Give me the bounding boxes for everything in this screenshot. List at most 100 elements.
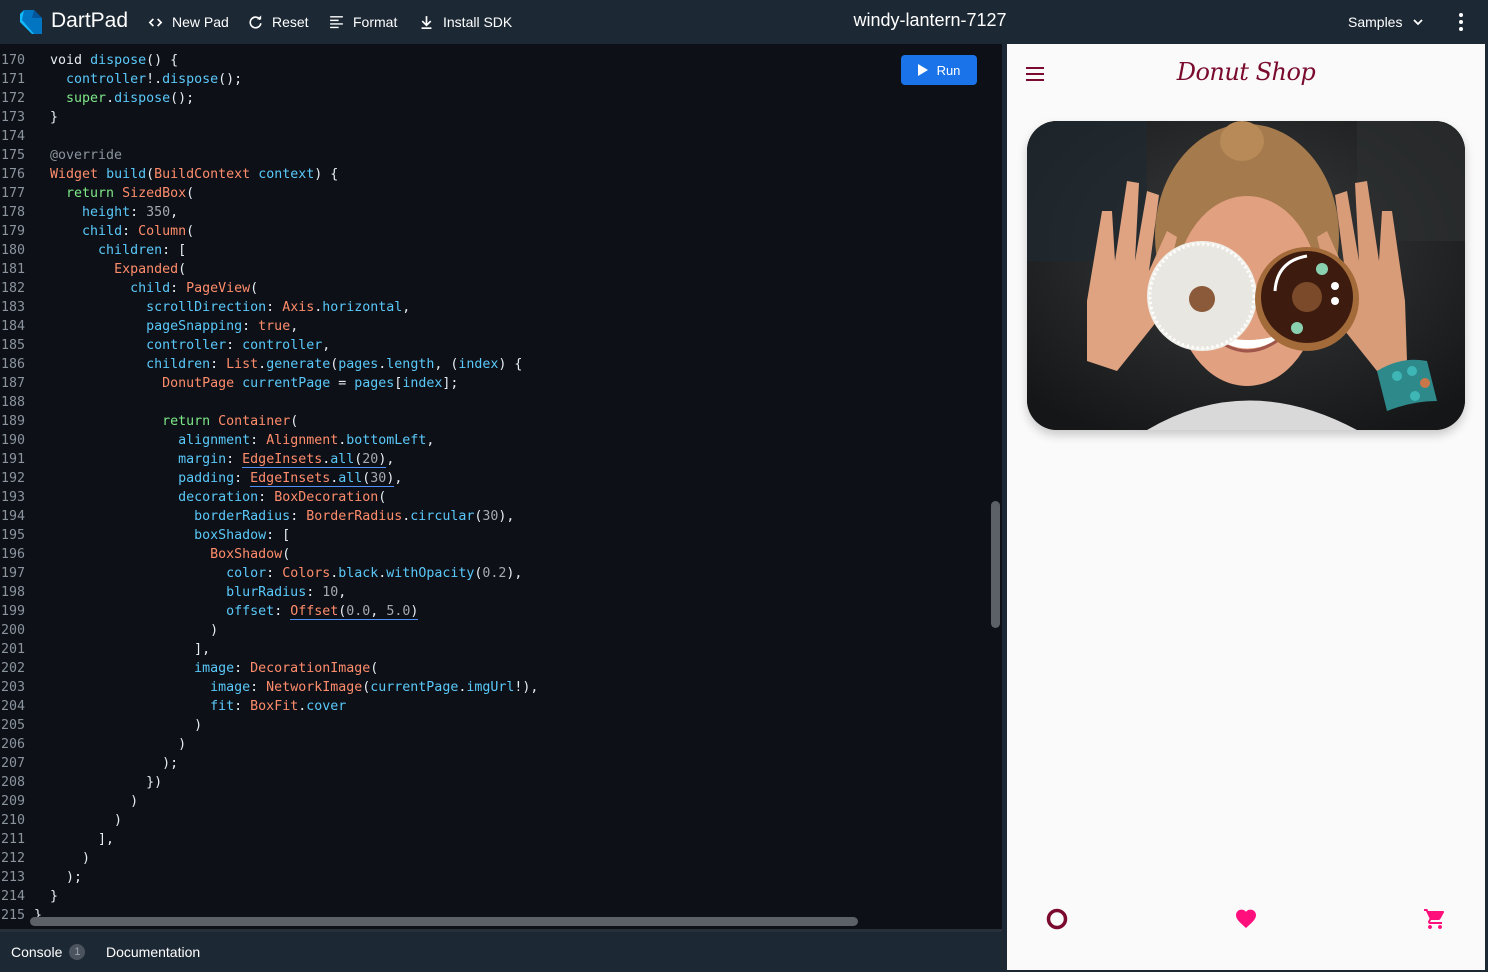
- code-line: Widget build(BuildContext context) {: [50, 167, 339, 182]
- code-line: ): [34, 794, 139, 809]
- code-line: children: [: [98, 243, 187, 258]
- horizontal-scrollbar[interactable]: [30, 917, 858, 926]
- line-number: 172: [1, 91, 26, 106]
- code-line: Expanded(: [114, 262, 187, 277]
- code-content[interactable]: void dispose() { controller!.dispose(); …: [34, 51, 982, 925]
- code-line: height: 350,: [82, 205, 179, 220]
- code-line: }: [34, 889, 59, 904]
- samples-label: Samples: [1348, 14, 1403, 30]
- brand-name: DartPad: [51, 9, 129, 32]
- line-number: 170: [1, 53, 26, 68]
- line-number: 196: [1, 547, 26, 562]
- line-number: 207: [1, 756, 26, 771]
- vertical-scrollbar[interactable]: [991, 501, 1000, 628]
- line-number: 178: [1, 205, 26, 220]
- line-number: 186: [1, 357, 26, 372]
- line-number: 183: [1, 300, 26, 315]
- code-line: );: [34, 756, 179, 771]
- code-line: void dispose() {: [50, 53, 179, 68]
- new-pad-button[interactable]: New Pad: [147, 0, 229, 44]
- code-line: ): [34, 623, 219, 638]
- code-line: }): [34, 775, 163, 790]
- line-number: 182: [1, 281, 26, 296]
- play-icon: [917, 64, 928, 76]
- reset-button[interactable]: Reset: [247, 0, 309, 44]
- code-line: alignment: Alignment.bottomLeft,: [178, 433, 435, 448]
- code-line: image: DecorationImage(: [194, 661, 379, 676]
- line-number: 194: [1, 509, 26, 524]
- code-line: ): [34, 813, 123, 828]
- code-line: ): [34, 718, 203, 733]
- line-number: 191: [1, 452, 26, 467]
- code-line: blurRadius: 10,: [226, 585, 347, 600]
- download-icon: [421, 15, 432, 29]
- install-sdk-label: Install SDK: [443, 14, 513, 30]
- line-number: 210: [1, 813, 26, 828]
- line-number: 192: [1, 471, 26, 486]
- code-line: return SizedBox(: [66, 186, 195, 201]
- code-line: boxShadow: [: [194, 528, 291, 543]
- console-bar: Console 1 Documentation: [0, 929, 1002, 972]
- code-line: }: [34, 110, 59, 125]
- code-line: scrollDirection: Axis.horizontal,: [146, 300, 411, 315]
- console-label: Console: [11, 944, 63, 960]
- code-line: children: List.generate(pages.length, (i…: [146, 357, 523, 372]
- line-number: 203: [1, 680, 26, 695]
- line-number: 215: [1, 908, 26, 923]
- line-number: 189: [1, 414, 26, 429]
- line-number: 177: [1, 186, 26, 201]
- console-tab[interactable]: Console 1: [11, 944, 86, 960]
- code-line: DonutPage currentPage = pages[index];: [162, 376, 459, 391]
- code-line: child: PageView(: [130, 281, 259, 296]
- app-preview: Donut Shop: [1007, 44, 1485, 970]
- line-number: 195: [1, 528, 26, 543]
- documentation-tab[interactable]: Documentation: [106, 944, 200, 960]
- format-button[interactable]: Format: [328, 0, 397, 44]
- format-label: Format: [353, 14, 398, 30]
- donut-page-card[interactable]: [1027, 121, 1465, 430]
- code-line: );: [34, 870, 83, 885]
- samples-dropdown[interactable]: Samples: [1348, 0, 1424, 44]
- code-line: ): [34, 737, 187, 752]
- line-number: 205: [1, 718, 26, 733]
- line-number: 202: [1, 661, 26, 676]
- cart-icon[interactable]: [1423, 907, 1447, 931]
- code-line: controller: controller,: [146, 338, 331, 353]
- code-line: controller!.dispose();: [66, 72, 243, 87]
- install-sdk-button[interactable]: Install SDK: [418, 0, 512, 44]
- line-number: 174: [1, 129, 26, 144]
- donut-icon[interactable]: [1045, 907, 1069, 931]
- line-number: 197: [1, 566, 26, 581]
- more-vert-icon[interactable]: [1452, 10, 1470, 34]
- line-number: 193: [1, 490, 26, 505]
- donut-photo: [1027, 121, 1465, 430]
- format-align-icon: [330, 15, 343, 28]
- dart-logo-icon: [20, 10, 42, 34]
- code-editor[interactable]: 170 171 172 173 174 175 176 177 178 179 180 181 182 1…: [0, 44, 1002, 929]
- line-number: 187: [1, 376, 26, 391]
- code-line: offset: Offset(0.0, 5.0): [226, 604, 419, 620]
- line-number: 214: [1, 889, 26, 904]
- code-line: decoration: BoxDecoration(: [178, 490, 387, 505]
- line-number: 200: [1, 623, 26, 638]
- line-number: 171: [1, 72, 26, 87]
- line-number: 176: [1, 167, 26, 182]
- run-button[interactable]: Run: [901, 55, 977, 85]
- line-number: 185: [1, 338, 26, 353]
- code-line: margin: EdgeInsets.all(20),: [178, 452, 395, 468]
- line-number: 180: [1, 243, 26, 258]
- heart-icon[interactable]: [1234, 907, 1258, 931]
- reset-label: Reset: [272, 14, 309, 30]
- line-number: 209: [1, 794, 26, 809]
- code-line: image: NetworkImage(currentPage.imgUrl!)…: [210, 680, 539, 695]
- pad-name[interactable]: windy-lantern-7127: [853, 10, 1006, 30]
- line-number: 184: [1, 319, 26, 334]
- line-number: 198: [1, 585, 26, 600]
- code-line: ): [34, 851, 91, 866]
- code-line: BoxShadow(: [210, 547, 291, 562]
- line-number: 175: [1, 148, 26, 163]
- line-number: 181: [1, 262, 26, 277]
- line-number: 188: [1, 395, 26, 410]
